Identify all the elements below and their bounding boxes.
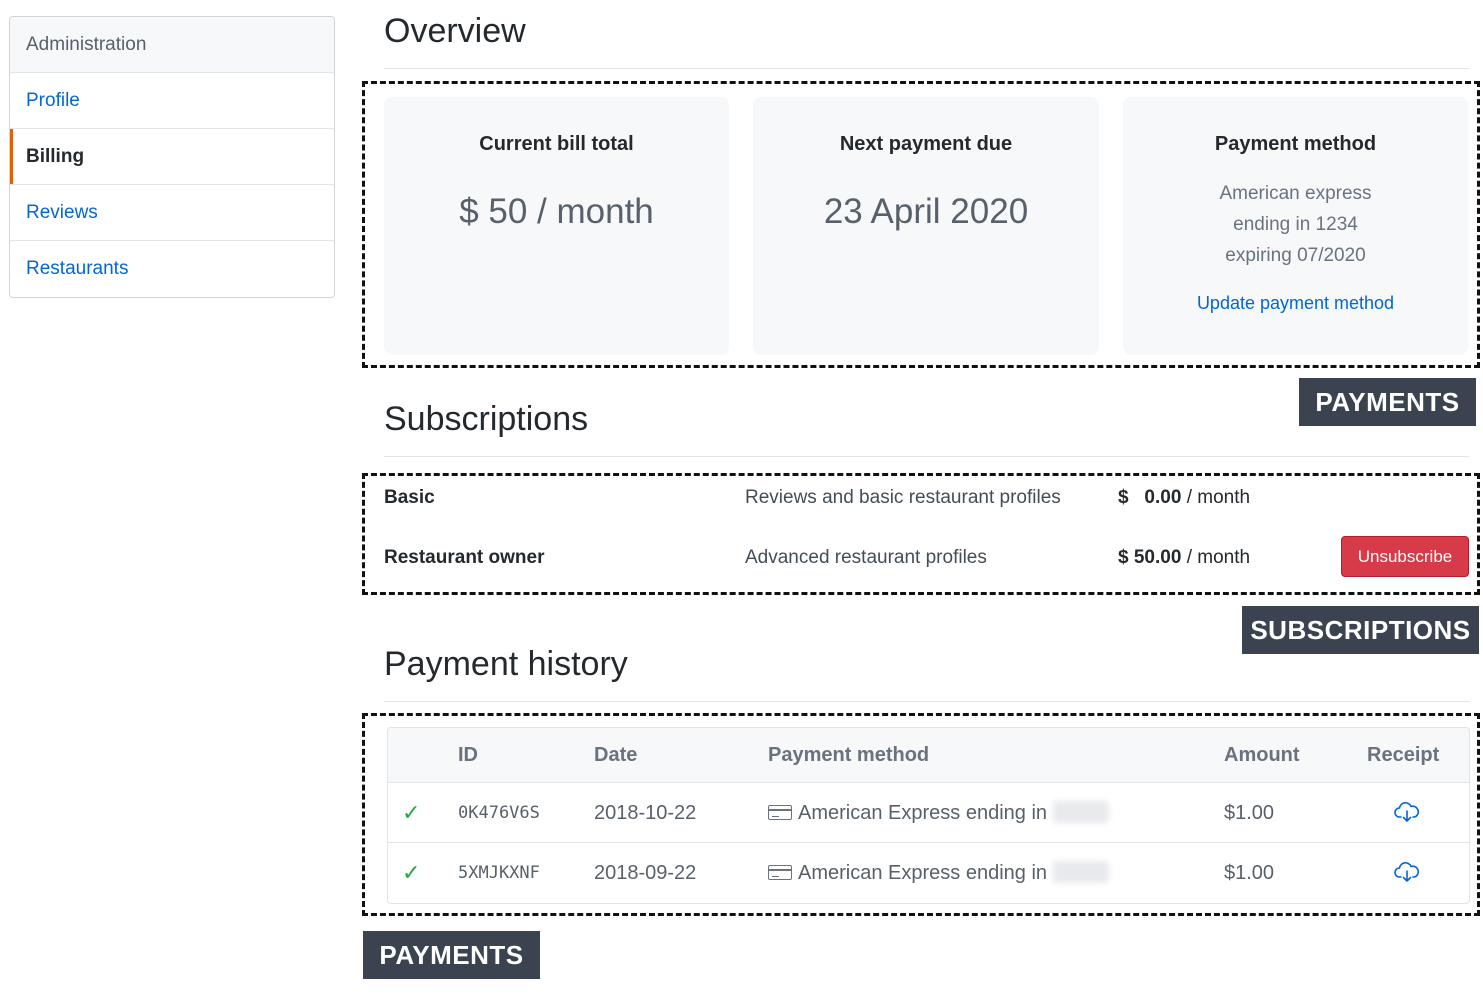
redacted-card-digits — [1053, 861, 1110, 883]
sidebar-item-profile[interactable]: Profile — [10, 73, 334, 129]
payment-method-brand: American express — [1219, 183, 1372, 204]
price-amount: 0.00 — [1144, 487, 1182, 508]
payment-method-cell: American Express ending in — [768, 783, 1110, 843]
payment-date: 2018-09-22 — [594, 862, 697, 884]
payment-history-divider — [384, 701, 1469, 702]
next-payment-title: Next payment due — [839, 133, 1013, 155]
unsubscribe-button[interactable]: Unsubscribe — [1341, 536, 1469, 577]
overview-divider — [384, 68, 1469, 69]
payment-history-heading: Payment history — [384, 645, 628, 683]
price-period: / month — [1186, 547, 1251, 568]
payment-method-cell: American Express ending in — [768, 843, 1110, 903]
subscription-description: Advanced restaurant profiles — [745, 547, 987, 568]
column-header-receipt: Receipt — [1367, 744, 1440, 766]
payment-method-last4: ending in 1234 — [1233, 214, 1358, 235]
redacted-card-digits — [1053, 801, 1110, 823]
column-header-id: ID — [458, 744, 478, 766]
subscription-name: Basic — [384, 487, 435, 508]
column-header-amount: Amount — [1224, 744, 1300, 766]
payment-amount: $1.00 — [1224, 862, 1275, 884]
sidebar-item-restaurants[interactable]: Restaurants — [10, 241, 334, 297]
column-header-date: Date — [594, 744, 638, 766]
payment-method-details: American express ending in 1234 expiring… — [1123, 178, 1468, 271]
current-bill-value: $ 50 / month — [459, 192, 654, 231]
subscription-row-restaurant-owner: Restaurant owner Advanced restaurant pro… — [384, 538, 1469, 578]
table-row: ✓ 0K476V6S 2018-10-22 American Express e… — [388, 783, 1469, 843]
check-icon: ✓ — [402, 860, 421, 885]
payment-method-text: American Express ending in — [798, 862, 1048, 884]
price-currency: $ — [1118, 547, 1129, 568]
payment-date: 2018-10-22 — [594, 802, 697, 824]
payment-history-tag: PAYMENTS — [363, 931, 540, 979]
cloud-download-icon[interactable] — [1394, 801, 1420, 823]
credit-card-icon — [768, 805, 792, 820]
sidebar-item-billing[interactable]: Billing — [10, 129, 334, 185]
current-bill-title: Current bill total — [479, 133, 634, 155]
price-amount: 50.00 — [1133, 547, 1182, 568]
overview-heading: Overview — [384, 12, 526, 50]
payment-id: 0K476V6S — [458, 803, 540, 823]
table-row: ✓ 5XMJKXNF 2018-09-22 American Express e… — [388, 843, 1469, 903]
sidebar-item-reviews[interactable]: Reviews — [10, 185, 334, 241]
payment-history-table: ID Date Payment method Amount Receipt ✓ … — [387, 727, 1470, 904]
subscriptions-tag: SUBSCRIPTIONS — [1242, 606, 1479, 654]
credit-card-icon — [768, 865, 792, 880]
payment-id: 5XMJKXNF — [458, 863, 540, 883]
check-icon: ✓ — [402, 800, 421, 825]
payments-tag: PAYMENTS — [1299, 378, 1476, 426]
subscriptions-heading: Subscriptions — [384, 400, 589, 438]
subscription-price: $ 0.00 / month — [1118, 478, 1250, 518]
payment-method-expiry: expiring 07/2020 — [1225, 245, 1366, 266]
cloud-download-icon[interactable] — [1394, 861, 1420, 883]
column-header-payment-method: Payment method — [768, 744, 930, 766]
admin-sidebar: Administration Profile Billing Reviews R… — [9, 16, 335, 298]
update-payment-method-link[interactable]: Update payment method — [1197, 293, 1394, 314]
table-header-row: ID Date Payment method Amount Receipt — [388, 728, 1469, 783]
subscription-price: $ 50.00 / month — [1118, 538, 1250, 578]
subscription-description: Reviews and basic restaurant profiles — [745, 487, 1061, 508]
price-period: / month — [1186, 487, 1251, 508]
price-currency: $ — [1118, 487, 1129, 508]
subscription-row-basic: Basic Reviews and basic restaurant profi… — [384, 478, 1469, 518]
next-payment-card: Next payment due 23 April 2020 — [753, 97, 1099, 355]
subscriptions-divider — [384, 456, 1469, 457]
payment-amount: $1.00 — [1224, 802, 1275, 824]
current-bill-card: Current bill total $ 50 / month — [384, 97, 729, 355]
payment-method-title: Payment method — [1214, 133, 1377, 155]
payment-method-text: American Express ending in — [798, 802, 1048, 824]
next-payment-value: 23 April 2020 — [823, 192, 1029, 231]
payment-method-card: Payment method American express ending i… — [1123, 97, 1468, 355]
sidebar-header: Administration — [10, 17, 334, 73]
subscription-name: Restaurant owner — [384, 547, 545, 568]
